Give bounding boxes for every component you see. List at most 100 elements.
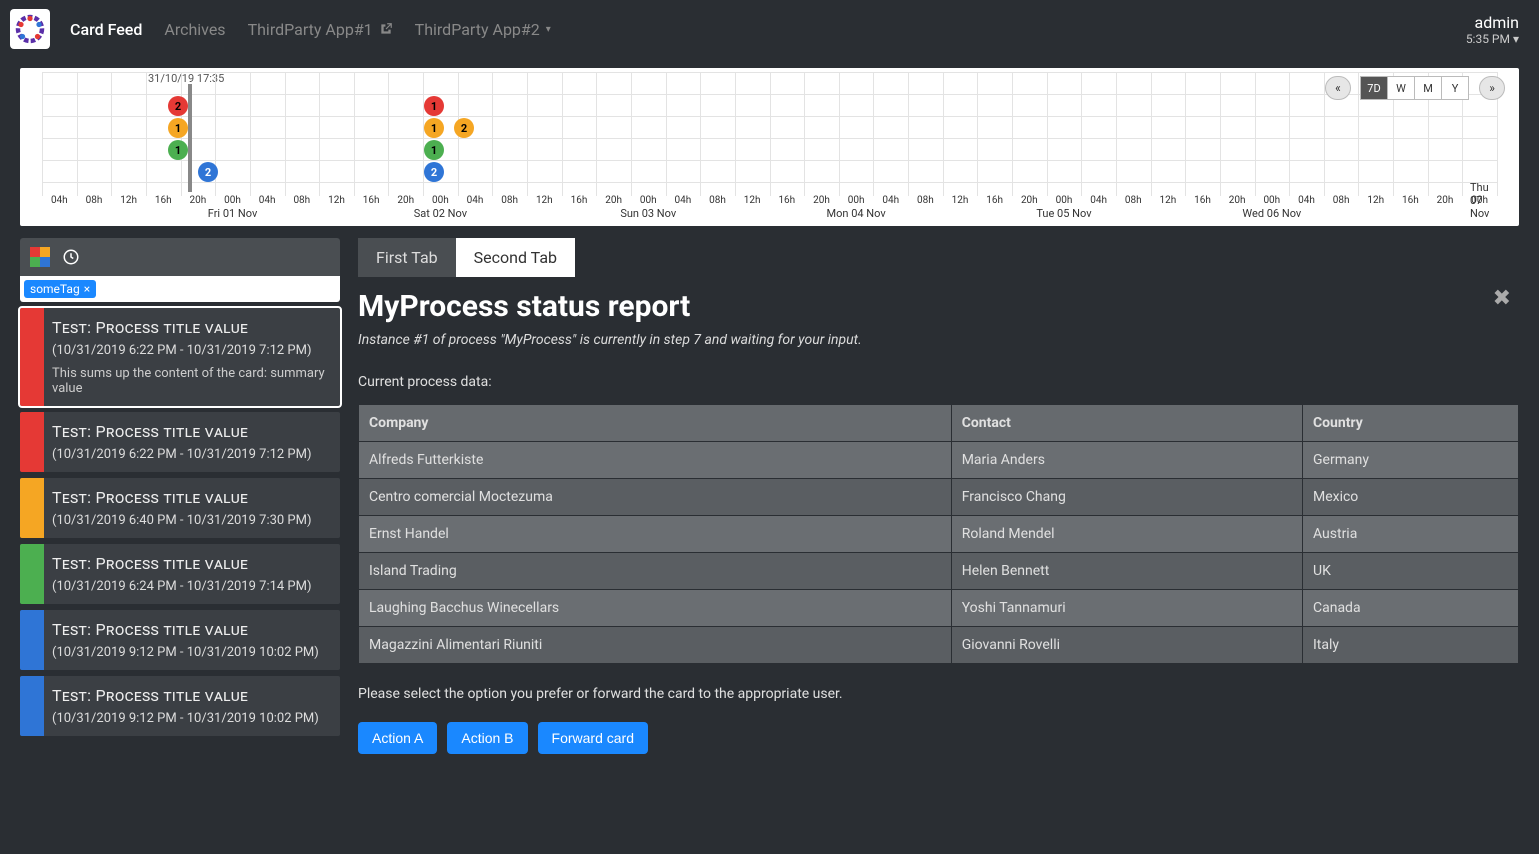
timeline-day-label: Thu 07 Nov [1470,181,1489,220]
timeline-range-w[interactable]: W [1387,76,1415,100]
nav-link-thirdparty-app-2[interactable]: ThirdParty App#2 ▾ [415,20,551,39]
clock-icon[interactable] [62,248,80,266]
timeline-hour-tick: 16h [1194,195,1211,206]
card-title: Test: Process title value [52,686,330,705]
timeline-hour-tick: 16h [778,195,795,206]
timeline-hour-tick: 08h [917,195,934,206]
detail-panel: First TabSecond Tab ✖ MyProcess status r… [358,238,1519,754]
nav-link-label: Card Feed [70,20,142,39]
close-icon[interactable]: ✖ [1493,286,1511,311]
card-item[interactable]: Test: Process title value (10/31/2019 6:2… [20,544,340,604]
timeline-dot-blue[interactable]: 2 [198,162,218,182]
severity-stripe-red [20,308,44,406]
table-row: Ernst HandelRoland MendelAustria [359,516,1519,553]
tag-chip[interactable]: someTag × [24,280,96,298]
timeline-dot-orange[interactable]: 1 [168,118,188,138]
nav-link-card-feed[interactable]: Card Feed [70,20,142,39]
card-title: Test: Process title value [52,554,330,573]
card-item[interactable]: Test: Process title value(10/31/2019 6:4… [20,478,340,538]
timeline-hour-tick: 04h [675,195,692,206]
card-item[interactable]: Test: Process title value (10/31/2019 6:2… [20,412,340,472]
card-item[interactable]: Test: Process title value(10/31/2019 9:1… [20,610,340,670]
navbar: Card Feed Archives ThirdParty App#1 ThirdPa… [0,0,1539,58]
timeline-dot-green[interactable]: 1 [168,140,188,160]
table-cell: Italy [1302,627,1518,664]
timeline-prev-button[interactable]: « [1325,76,1351,100]
filter-bar [20,238,340,276]
timeline-hour-tick: 16h [1402,195,1419,206]
card-title: Test: Process title value [52,422,330,441]
card-dates: (10/31/2019 6:24 PM - 10/31/2019 7:14 PM… [52,579,330,594]
timeline-hour-tick: 00h [1263,195,1280,206]
timeline-hour-tick: 00h [848,195,865,206]
timeline-hour-tick: 12h [120,195,137,206]
nav-link-thirdparty-app-1[interactable]: ThirdParty App#1 [248,20,393,39]
timeline-hour-tick: 00h [432,195,449,206]
tab-first-tab[interactable]: First Tab [358,238,456,277]
timeline-next-button[interactable]: » [1479,76,1505,100]
card-dates: (10/31/2019 6:22 PM - 10/31/2019 7:12 PM… [52,447,330,462]
caret-down-icon: ▾ [1513,32,1519,46]
timeline-day-label: Mon 04 Nov [827,207,886,220]
timeline-range-y[interactable]: Y [1441,76,1469,100]
table-cell: UK [1302,553,1518,590]
process-data-table: CompanyContactCountry Alfreds Futterkist… [358,404,1519,664]
timeline-hour-tick: 20h [1229,195,1246,206]
table-cell: Alfreds Futterkiste [359,442,952,479]
timeline-hour-tick: 08h [501,195,518,206]
table-cell: Laughing Bacchus Winecellars [359,590,952,627]
timeline-range-m[interactable]: M [1414,76,1442,100]
timeline-range-7d[interactable]: 7D [1360,76,1388,100]
app-logo [10,9,50,49]
card-title: Test: Process title value [52,318,330,337]
detail-subtitle: Instance #1 of process "MyProcess" is cu… [358,332,1519,348]
timeline-day-label: Sun 03 Nov [620,207,676,220]
action-a-button[interactable]: Action A [358,722,437,754]
card-item[interactable]: Test: Process title value(10/31/2019 6:2… [20,308,340,406]
current-user[interactable]: admin [1466,13,1519,32]
timeline-axis: 04h08h12h16h20h00h04h08h12h16h20h00h04h0… [42,194,1497,222]
timeline-dot-orange[interactable]: 2 [454,118,474,138]
tag-filter-input[interactable]: someTag × [20,276,340,302]
nav-link-archives[interactable]: Archives [164,20,225,39]
tab-second-tab[interactable]: Second Tab [456,238,575,277]
detail-table-label: Current process data: [358,374,1519,390]
card-dates: (10/31/2019 6:40 PM - 10/31/2019 7:30 PM… [52,513,330,528]
timeline-hour-tick: 04h [259,195,276,206]
card-item[interactable]: Test: Process title value (10/31/2019 9:1… [20,676,340,736]
timeline-dot-red[interactable]: 2 [168,96,188,116]
timeline-hour-tick: 08h [709,195,726,206]
timeline-hour-tick: 12h [1160,195,1177,206]
table-row: Alfreds FutterkisteMaria AndersGermany [359,442,1519,479]
clock[interactable]: 5:35 PM ▾ [1466,32,1519,46]
card-dates: (10/31/2019 9:12 PM - 10/31/2019 10:02 P… [52,711,330,726]
table-cell: Francisco Chang [951,479,1302,516]
detail-prompt: Please select the option you prefer or f… [358,686,1519,702]
timeline-hour-tick: 04h [1298,195,1315,206]
severity-filter-icon[interactable] [30,247,50,267]
timeline-day-label: Tue 05 Nov [1036,207,1091,220]
close-icon[interactable]: × [84,282,90,296]
timeline-dot-blue[interactable]: 2 [424,162,444,182]
timeline-hour-tick: 00h [640,195,657,206]
action-b-button[interactable]: Action B [447,722,527,754]
timeline-now-marker [188,84,192,192]
timeline-dot-orange[interactable]: 1 [424,118,444,138]
card-dates: (10/31/2019 9:12 PM - 10/31/2019 10:02 P… [52,645,330,660]
timeline-hour-tick: 08h [1125,195,1142,206]
timeline-hour-tick: 16h [155,195,172,206]
table-cell: Ernst Handel [359,516,952,553]
forward-card-button[interactable]: Forward card [538,722,648,754]
logo-icon [15,14,45,44]
chevron-down-icon: ▾ [546,24,551,35]
timeline-hour-tick: 12h [328,195,345,206]
timeline-hour-tick: 04h [882,195,899,206]
nav-link-label: ThirdParty App#2 [415,20,540,39]
timeline-dot-green[interactable]: 1 [424,140,444,160]
table-cell: Magazzini Alimentari Riuniti [359,627,952,664]
table-header: Company [359,405,952,442]
table-cell: Maria Anders [951,442,1302,479]
timeline-dot-red[interactable]: 1 [424,96,444,116]
table-header: Contact [951,405,1302,442]
severity-stripe-green [20,544,44,604]
